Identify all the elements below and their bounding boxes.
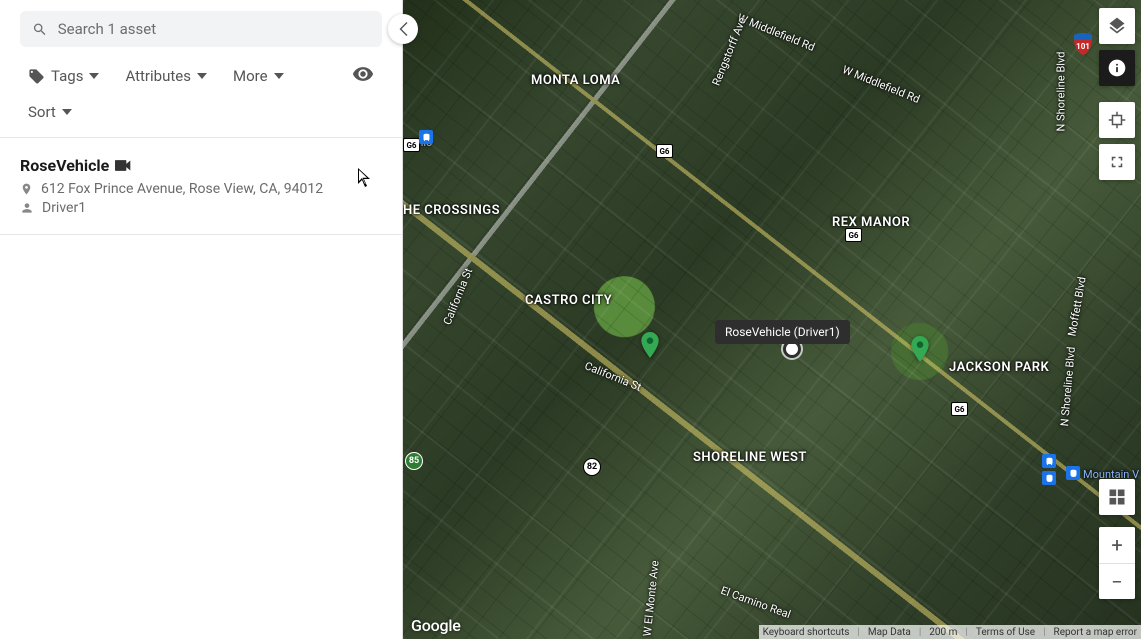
location-icon: [20, 181, 33, 197]
info-button[interactable]: [1099, 50, 1135, 86]
more-label: More: [233, 67, 268, 85]
layers-button[interactable]: [1099, 8, 1135, 44]
map-type-button[interactable]: [1099, 479, 1135, 515]
attributes-label: Attributes: [125, 67, 191, 85]
fullscreen-icon: [1108, 153, 1126, 171]
tags-filter[interactable]: Tags: [28, 67, 99, 85]
chevron-left-icon: [399, 22, 408, 36]
search-box[interactable]: [20, 11, 382, 47]
map-pin[interactable]: [641, 332, 659, 358]
layers-icon: [1107, 16, 1127, 36]
footer-terms[interactable]: Terms of Use: [976, 627, 1035, 638]
chevron-down-icon: [62, 107, 72, 117]
map-label: REX MANOR: [832, 215, 910, 230]
crosshair-icon: [1108, 111, 1126, 129]
interstate-shield: 101: [1071, 32, 1095, 56]
map-label: SHORELINE WEST: [693, 450, 807, 465]
attributes-filter[interactable]: Attributes: [125, 67, 207, 85]
route-shield: G6: [845, 228, 862, 242]
search-input[interactable]: [58, 20, 370, 38]
transit-icon: [1042, 471, 1056, 485]
user-icon: [20, 201, 34, 215]
asset-name: RoseVehicle: [20, 156, 109, 175]
chevron-down-icon: [197, 71, 207, 81]
route-shield: 85: [405, 452, 423, 470]
transit-icon: [1042, 454, 1056, 468]
zoom-controls: + −: [1099, 527, 1135, 599]
map-label: CASTRO CITY: [525, 293, 612, 308]
sort-label: Sort: [28, 103, 56, 121]
info-icon: [1107, 58, 1127, 78]
route-shield: 82: [583, 458, 601, 476]
video-icon: [115, 160, 131, 171]
filter-row: Tags Attributes More: [0, 47, 402, 89]
route-shield: G6: [951, 402, 968, 416]
vehicle-tooltip: RoseVehicle (Driver1): [715, 320, 850, 344]
footer-scale: 200 m: [929, 627, 957, 638]
chevron-down-icon: [89, 71, 99, 81]
asset-address: 612 Fox Prince Avenue, Rose View, CA, 94…: [41, 181, 323, 197]
more-filter[interactable]: More: [233, 67, 284, 85]
map-canvas[interactable]: MONTA LOMA HE CROSSINGS REX MANOR CASTRO…: [403, 0, 1141, 639]
map-pin[interactable]: [911, 336, 929, 362]
asset-driver: Driver1: [42, 200, 86, 216]
map-label: HE CROSSINGS: [403, 203, 500, 218]
footer-report[interactable]: Report a map error: [1054, 627, 1137, 638]
map-footer: Keyboard shortcuts| Map Data| 200 m| Ter…: [759, 625, 1141, 639]
transit-icon: [419, 130, 433, 144]
route-shield: G6: [403, 138, 420, 152]
svg-text:101: 101: [1076, 42, 1090, 51]
collapse-sidebar-button[interactable]: [388, 14, 418, 44]
sort-button[interactable]: Sort: [28, 103, 72, 121]
footer-shortcuts[interactable]: Keyboard shortcuts: [763, 627, 850, 638]
recenter-button[interactable]: [1099, 102, 1135, 138]
map-street-label: N Shoreline Blvd: [1054, 52, 1067, 132]
eye-icon: [352, 63, 374, 85]
fullscreen-button[interactable]: [1099, 144, 1135, 180]
map-label: JACKSON PARK: [949, 360, 1049, 375]
footer-mapdata[interactable]: Map Data: [868, 627, 911, 638]
grid-icon: [1107, 487, 1127, 507]
transit-icon: [1066, 466, 1080, 480]
tag-icon: [28, 68, 45, 85]
asset-list-item[interactable]: RoseVehicle 612 Fox Prince Avenue, Rose …: [0, 138, 402, 235]
map-label: MONTA LOMA: [531, 73, 620, 88]
tags-label: Tags: [51, 67, 83, 85]
sidebar: Tags Attributes More Sort Ro: [0, 0, 403, 639]
search-icon: [32, 21, 48, 38]
chevron-down-icon: [274, 71, 284, 81]
visibility-toggle[interactable]: [352, 63, 374, 89]
route-shield: G6: [656, 144, 673, 158]
google-logo: Google: [411, 616, 461, 635]
zoom-in-button[interactable]: +: [1099, 527, 1135, 563]
zoom-out-button[interactable]: −: [1099, 563, 1135, 599]
